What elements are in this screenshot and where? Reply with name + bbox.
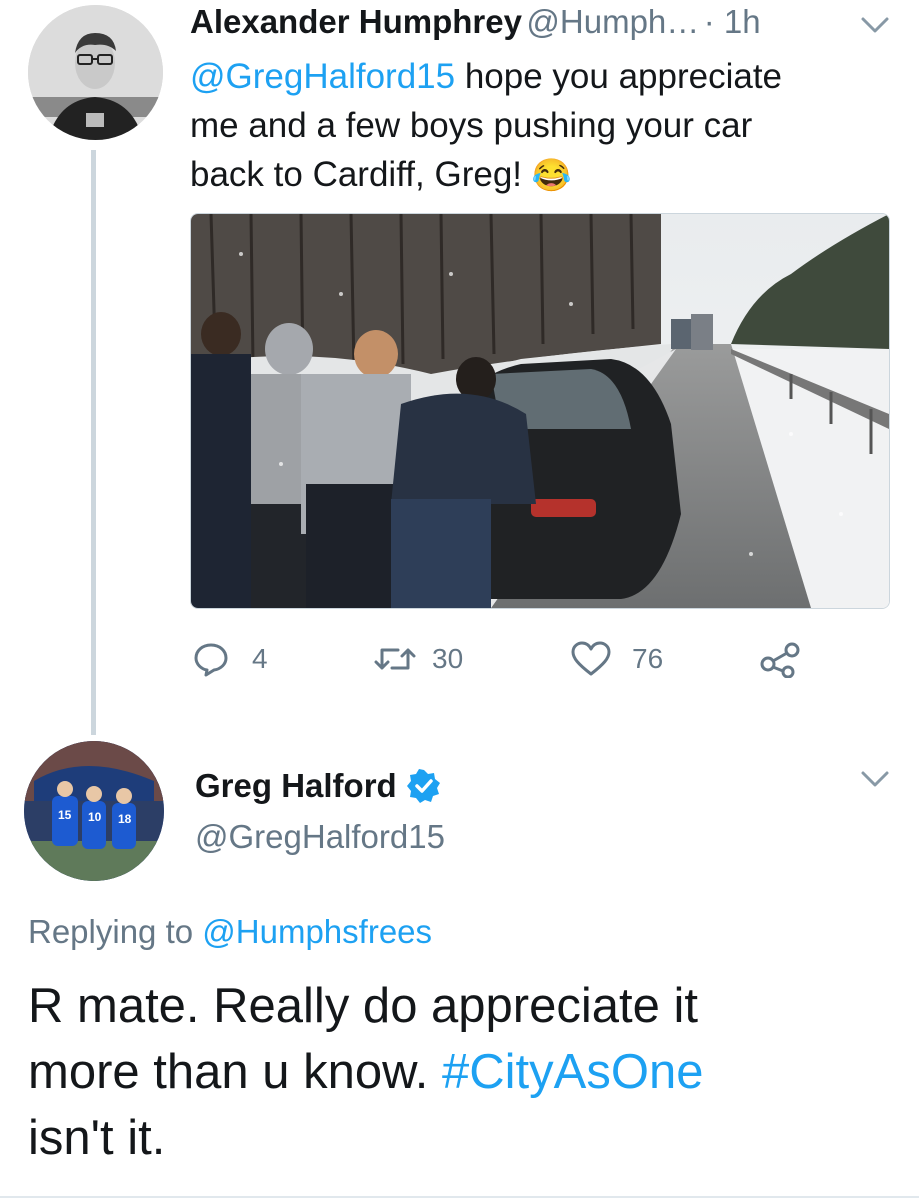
divider (0, 1196, 919, 1198)
share-button[interactable] (758, 640, 802, 678)
svg-text:10: 10 (88, 810, 102, 824)
tweet1-text-line1: hope you appreciate (455, 57, 783, 96)
reply-count: 4 (252, 643, 268, 674)
retweet-icon (372, 640, 418, 678)
retweet-button[interactable]: 30 (372, 640, 463, 678)
tweet1-text-line3: back to Cardiff, Greg! (190, 155, 523, 194)
tweet2-author-handle[interactable]: @GregHalford15 (195, 818, 445, 856)
replying-to-label: Replying to (28, 913, 194, 950)
tweet1-body: @GregHalford15 hope you appreciate me an… (190, 52, 890, 200)
like-button[interactable]: 76 (570, 640, 663, 678)
laughing-emoji: 😂 (531, 157, 572, 193)
tweet1-mention[interactable]: @GregHalford15 (190, 57, 455, 96)
hashtag-link[interactable]: #CityAsOne (442, 1045, 703, 1099)
share-icon (758, 640, 802, 678)
replying-to: Replying to @Humphsfrees (28, 913, 432, 951)
tweet1-header: Alexander Humphrey @Humph… · 1h (190, 3, 761, 41)
chevron-down-icon[interactable] (860, 14, 890, 36)
thread-connector-line (91, 150, 96, 735)
tweet2-text-line2: more than u know. (28, 1045, 443, 1099)
replying-to-handle[interactable]: @Humphsfrees (202, 913, 432, 950)
tweet2-author: Greg Halford (195, 767, 441, 805)
retweet-count: 30 (432, 643, 464, 674)
svg-text:15: 15 (58, 808, 72, 822)
like-icon (570, 640, 612, 678)
tweet2-author-name[interactable]: Greg Halford (195, 767, 397, 805)
svg-text:18: 18 (118, 812, 132, 826)
avatar-greg[interactable]: 15 10 18 (24, 741, 164, 881)
reply-button[interactable]: 4 (192, 640, 268, 678)
tweet2-text-line3: isn't it. (28, 1111, 166, 1165)
chevron-down-icon[interactable] (860, 768, 890, 790)
tweet1-photo[interactable] (190, 213, 890, 609)
reply-icon (192, 640, 230, 678)
tweet1-author-handle[interactable]: @Humph… (526, 3, 699, 40)
tweet2-body: R mate. Really do appreciate it more tha… (28, 973, 908, 1171)
like-count: 76 (632, 643, 664, 674)
avatar-alexander[interactable] (28, 5, 163, 140)
verified-icon (406, 769, 441, 803)
tweet1-text-line2: me and a few boys pushing your car (190, 106, 753, 145)
tweet1-author-name[interactable]: Alexander Humphrey (190, 3, 522, 40)
tweet2-text-line1: R mate. Really do appreciate it (28, 979, 698, 1033)
tweet1-timestamp[interactable]: · 1h (704, 3, 761, 40)
